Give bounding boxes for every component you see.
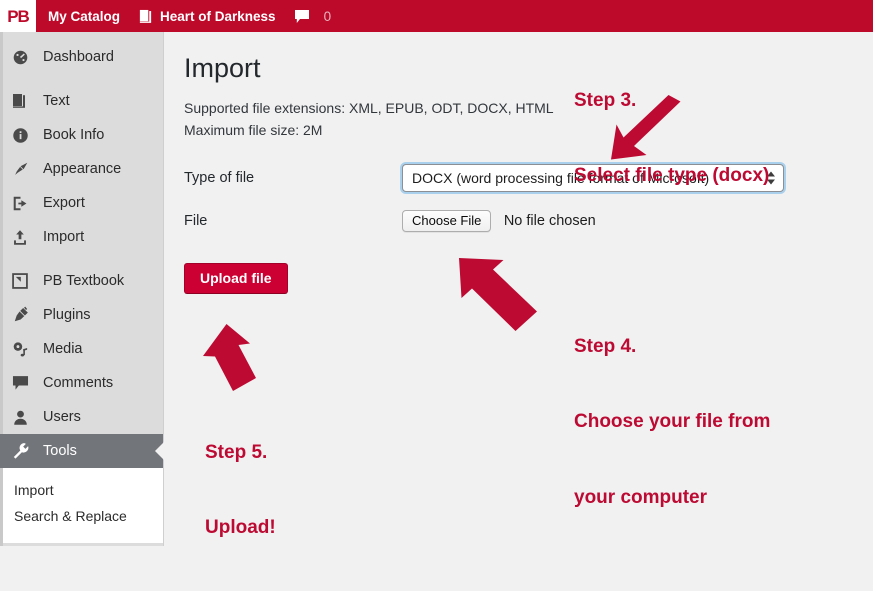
adminbar-comments-count: 0 [323,8,332,24]
screen-root: PB My Catalog Heart of Darkness 0 Dashbo… [0,0,873,546]
comment-bubble-icon [12,375,33,391]
sidebar-item-label: PB Textbook [43,273,125,289]
book-pages-icon [12,93,33,109]
choose-file-button[interactable]: Choose File [402,209,492,232]
annotation-step-4-line-2: Choose your file from [574,411,771,433]
upload-file-button[interactable]: Upload file [184,262,288,294]
file-input-group: Choose File No file chosen [402,209,596,232]
annotation-step-4: Step 4. Choose your file from your compu… [574,284,770,560]
file-label: File [184,212,208,229]
sidebar-item-comments[interactable]: Comments [0,366,163,400]
adminbar-item-book[interactable]: Heart of Darkness [129,0,285,32]
sidebar-divider-1 [0,74,163,84]
sidebar-item-media[interactable]: Media [0,332,163,366]
adminbar-my-catalog-label: My Catalog [48,8,121,24]
sidebar-item-import[interactable]: Import [0,220,163,254]
sidebar-submenu-tools: Import Search & Replace [0,468,163,543]
annotation-step-5: Step 5. Upload! [205,390,276,591]
sidebar-item-label: Import [43,229,85,245]
sidebar: Dashboard Text Book Info Appearance Expo… [0,32,164,546]
sidebar-item-label: Book Info [43,127,105,143]
annotation-step-4-line-3: your computer [574,486,708,508]
sidebar-item-dashboard[interactable]: Dashboard [0,40,163,74]
sidebar-top-spacer [0,32,163,40]
type-of-file-label: Type of file [184,169,255,186]
comment-bubble-icon [294,9,310,24]
sidebar-item-label: Dashboard [43,49,114,65]
wrench-icon [12,442,33,460]
adminbar-item-comments[interactable]: 0 [285,0,341,32]
sidebar-item-tools[interactable]: Tools [0,434,164,468]
admin-bar: PB My Catalog Heart of Darkness 0 [0,0,873,32]
sidebar-subitem-import[interactable]: Import [0,477,163,503]
sidebar-item-users[interactable]: Users [0,400,163,434]
dashboard-gauge-icon [12,49,33,66]
sidebar-item-label: Media [43,341,83,357]
info-circle-icon [12,127,33,144]
sidebar-item-plugins[interactable]: Plugins [0,298,163,332]
annotation-step-5-line-1: Step 5. [205,442,268,464]
sidebar-item-book-info[interactable]: Book Info [0,118,163,152]
sidebar-divider-2 [0,254,163,264]
media-icon [12,341,33,358]
book-icon [138,9,153,24]
sidebar-subitem-label: Import [14,482,54,498]
sidebar-item-label: Text [43,93,70,109]
sidebar-subitem-label: Search & Replace [14,508,127,524]
supported-extensions-text: Supported file extensions: XML, EPUB, OD… [184,100,554,117]
sidebar-subitem-search-replace[interactable]: Search & Replace [0,503,163,529]
sidebar-item-label: Export [43,195,85,211]
paintbrush-icon [12,160,33,178]
import-upload-icon [12,229,33,246]
sidebar-item-label: Users [43,409,81,425]
annotation-step-4-line-1: Step 4. [574,336,637,358]
export-arrow-icon [12,195,33,212]
sidebar-item-label: Comments [43,375,114,391]
sidebar-item-text[interactable]: Text [0,84,163,118]
sidebar-item-export[interactable]: Export [0,186,163,220]
user-icon [12,409,33,426]
annotation-step-3-line-2: Select file type (docx) [574,165,770,187]
arrow-to-select-icon [611,95,681,160]
sidebar-item-label: Tools [43,443,77,459]
sidebar-item-appearance[interactable]: Appearance [0,152,163,186]
annotation-step-5-line-2: Upload! [205,517,276,539]
sidebar-item-label: Appearance [43,161,122,177]
arrow-to-choose-file-icon [459,258,537,331]
sidebar-item-pb-textbook[interactable]: PB Textbook [0,264,163,298]
arrow-to-upload-icon [203,324,256,391]
max-file-size-text: Maximum file size: 2M [184,122,323,139]
plug-icon [12,306,33,324]
adminbar-book-title: Heart of Darkness [160,8,276,24]
pressbooks-logo-icon[interactable]: PB [0,0,36,32]
pressbooks-logo-text: PB [7,6,30,26]
textbook-square-icon [12,273,33,289]
adminbar-item-my-catalog[interactable]: My Catalog [36,0,129,32]
sidebar-item-label: Plugins [43,307,91,323]
